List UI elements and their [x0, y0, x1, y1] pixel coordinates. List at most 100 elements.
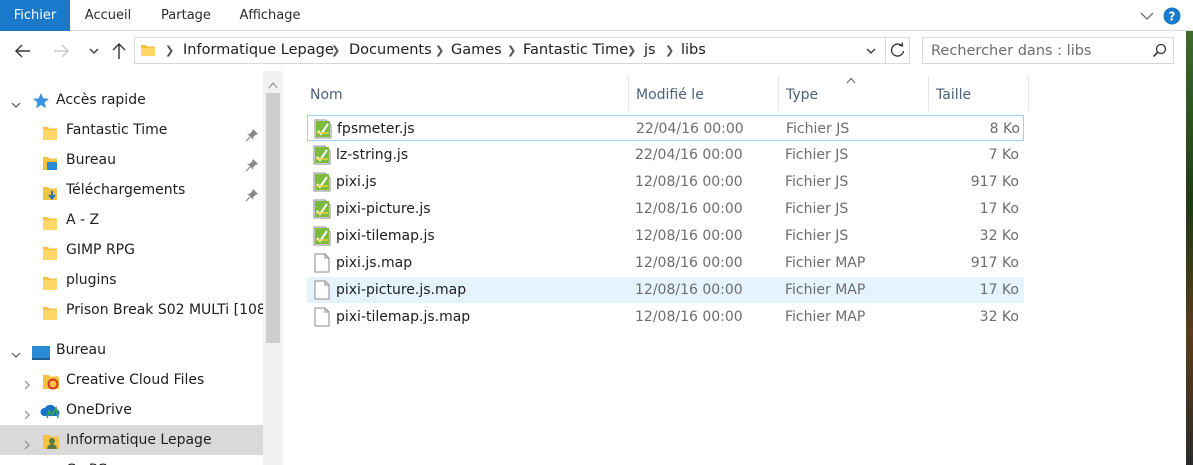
column-header-type[interactable]: Type	[779, 76, 929, 111]
file-type: Fichier MAP	[785, 255, 866, 271]
breadcrumb-separator-icon[interactable]: ❯	[627, 38, 636, 63]
nav-item-a-z[interactable]: A - Z	[0, 205, 263, 235]
pin-icon[interactable]	[245, 123, 259, 142]
nav-label: OneDrive	[66, 402, 132, 418]
file-size: 17 Ko	[979, 201, 1019, 217]
js-file-icon	[313, 226, 331, 246]
nav-item-informatique-lepage[interactable]: Informatique Lepage	[0, 425, 263, 455]
file-row-pixi-tilemap[interactable]: pixi-tilemap.js 12/08/16 00:00 Fichier J…	[307, 223, 1024, 249]
chevron-down-icon[interactable]	[9, 93, 23, 108]
search-input[interactable]	[931, 41, 1141, 60]
background-window-edge	[1186, 31, 1193, 465]
search-box[interactable]	[922, 37, 1174, 64]
file-modified: 12/08/16 00:00	[635, 174, 743, 190]
file-modified: 12/08/16 00:00	[635, 282, 743, 298]
file-name: lz-string.js	[336, 147, 409, 163]
chevron-right-icon[interactable]	[20, 403, 34, 420]
file-explorer-window: Fichier Accueil Partage Affichage ? ❯ In…	[0, 0, 1193, 465]
nav-item-creative-cloud-files[interactable]: Creative Cloud Files	[0, 365, 263, 395]
column-header-modified[interactable]: Modifié le	[629, 76, 779, 111]
file-row-fpsmeter[interactable]: fpsmeter.js 22/04/16 00:00 Fichier JS 8 …	[307, 115, 1024, 141]
file-row-pixi-picture[interactable]: pixi-picture.js 12/08/16 00:00 Fichier J…	[307, 196, 1024, 222]
search-icon[interactable]	[1151, 42, 1169, 60]
recent-locations-chevron-icon[interactable]	[86, 39, 102, 63]
scrollbar-thumb[interactable]	[266, 93, 280, 343]
address-row: ❯ Informatique Lepage ❯ Documents ❯ Game…	[0, 31, 1193, 71]
file-type: Fichier JS	[785, 228, 849, 244]
breadcrumb-separator-icon[interactable]: ❯	[665, 38, 674, 63]
ribbon-expand-chevron-icon[interactable]	[1137, 6, 1157, 26]
folder-icon	[42, 122, 58, 140]
help-icon[interactable]: ?	[1162, 6, 1182, 26]
address-bar[interactable]: ❯ Informatique Lepage ❯ Documents ❯ Game…	[134, 37, 886, 64]
nav-label: Ce PC	[66, 455, 107, 465]
tab-partage[interactable]: Partage	[150, 0, 222, 31]
folder-icon	[42, 272, 58, 290]
file-type: Fichier JS	[785, 201, 849, 217]
breadcrumb-js[interactable]: js	[644, 38, 656, 63]
breadcrumb-separator-icon[interactable]: ❯	[331, 38, 340, 63]
breadcrumb-separator-icon[interactable]: ❯	[507, 38, 516, 63]
nav-item-prison-break[interactable]: Prison Break S02 MULTi [1080p	[0, 295, 263, 325]
up-arrow-icon[interactable]	[108, 39, 130, 63]
file-row-pixi-js-map[interactable]: pixi.js.map 12/08/16 00:00 Fichier MAP 9…	[307, 250, 1024, 276]
file-size: 32 Ko	[979, 309, 1019, 325]
nav-item-ce-pc[interactable]: Ce PC	[0, 455, 263, 465]
download-folder-icon	[42, 182, 58, 200]
refresh-button[interactable]	[885, 37, 910, 64]
navigation-pane: Accès rapide Fantastic Time Bureau Téléc…	[0, 71, 283, 465]
breadcrumb-fantastic-time[interactable]: Fantastic Time	[523, 38, 628, 63]
breadcrumb-documents[interactable]: Documents	[349, 38, 432, 63]
address-history-chevron-icon[interactable]	[863, 43, 879, 59]
column-header-name[interactable]: Nom	[303, 76, 629, 111]
file-size: 8 Ko	[989, 121, 1020, 137]
breadcrumb-libs[interactable]: libs	[681, 38, 706, 63]
folder-icon	[140, 42, 156, 58]
back-arrow-icon[interactable]	[12, 39, 34, 63]
file-modified: 12/08/16 00:00	[635, 201, 743, 217]
file-modified: 22/04/16 00:00	[636, 121, 744, 137]
desktop-folder-icon	[42, 152, 58, 170]
file-type: Fichier MAP	[785, 309, 866, 325]
breadcrumb-games[interactable]: Games	[451, 38, 502, 63]
file-size: 917 Ko	[970, 174, 1019, 190]
nav-item-fantastic-time[interactable]: Fantastic Time	[0, 115, 263, 145]
file-name: fpsmeter.js	[337, 121, 415, 137]
file-row-pixi-picture-js-map[interactable]: pixi-picture.js.map 12/08/16 00:00 Fichi…	[307, 277, 1024, 303]
chevron-right-icon[interactable]	[20, 373, 34, 390]
pin-icon[interactable]	[245, 183, 259, 202]
nav-item-onedrive[interactable]: OneDrive	[0, 395, 263, 425]
blank-file-icon	[313, 253, 331, 273]
scroll-up-arrow-icon[interactable]	[268, 77, 278, 89]
file-row-pixi[interactable]: pixi.js 12/08/16 00:00 Fichier JS 917 Ko	[307, 169, 1024, 195]
creative-cloud-icon	[42, 371, 60, 390]
file-row-pixi-tilemap-js-map[interactable]: pixi-tilemap.js.map 12/08/16 00:00 Fichi…	[307, 304, 1024, 330]
desktop-icon	[31, 342, 51, 360]
chevron-down-icon[interactable]	[9, 343, 23, 358]
nav-item-bureau[interactable]: Bureau	[0, 145, 263, 175]
column-header-size[interactable]: Taille	[929, 76, 1029, 111]
nav-item-bureau-root[interactable]: Bureau	[0, 335, 263, 365]
forward-arrow-icon[interactable]	[50, 39, 72, 63]
tab-accueil[interactable]: Accueil	[70, 0, 146, 31]
breadcrumb-informatique-lepage[interactable]: Informatique Lepage	[183, 38, 334, 63]
nav-item-acces-rapide[interactable]: Accès rapide	[0, 85, 263, 115]
chevron-right-icon[interactable]	[20, 433, 34, 450]
svg-text:?: ?	[1169, 10, 1176, 24]
nav-scrollbar[interactable]	[263, 71, 283, 465]
breadcrumb-separator-icon[interactable]: ❯	[165, 38, 174, 63]
nav-label: Bureau	[66, 152, 116, 168]
file-name: pixi-picture.js	[336, 201, 431, 217]
file-size: 17 Ko	[979, 282, 1019, 298]
js-file-icon	[313, 199, 331, 219]
star-icon	[32, 91, 50, 109]
tab-fichier[interactable]: Fichier	[0, 0, 70, 31]
file-row-lz-string[interactable]: lz-string.js 22/04/16 00:00 Fichier JS 7…	[307, 142, 1024, 168]
breadcrumb-separator-icon[interactable]: ❯	[435, 38, 444, 63]
nav-item-gimp-rpg[interactable]: GIMP RPG	[0, 235, 263, 265]
nav-item-plugins[interactable]: plugins	[0, 265, 263, 295]
folder-icon	[42, 212, 58, 230]
nav-item-telechargements[interactable]: Téléchargements	[0, 175, 263, 205]
tab-affichage[interactable]: Affichage	[232, 0, 308, 31]
pin-icon[interactable]	[245, 153, 259, 172]
